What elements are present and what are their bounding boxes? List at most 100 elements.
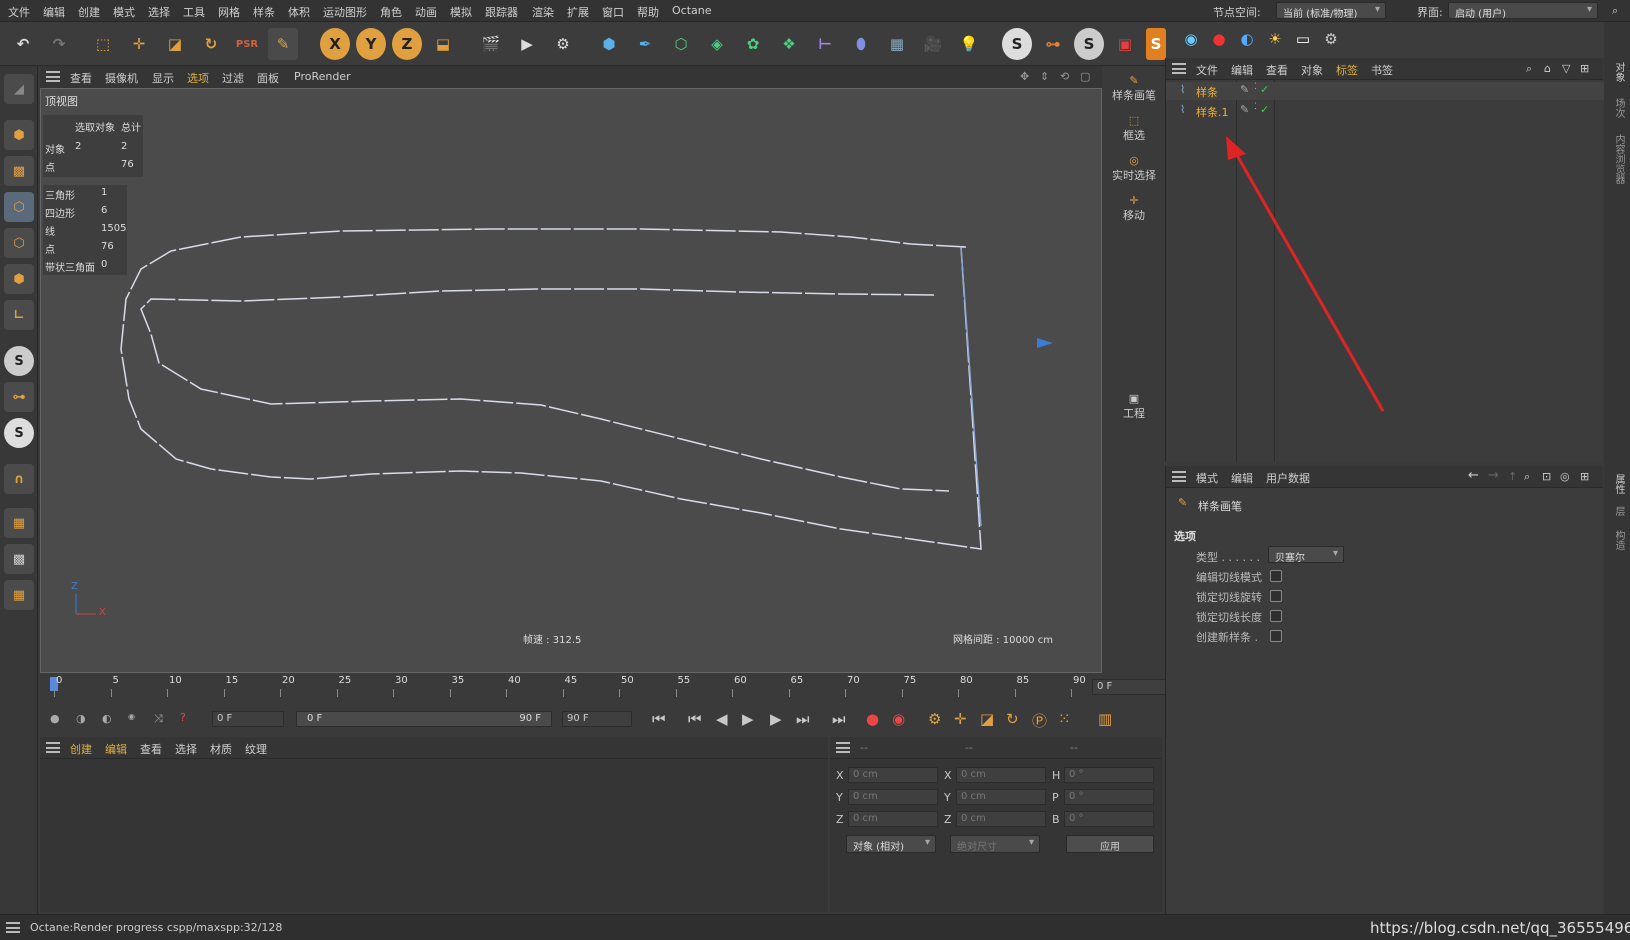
material-menu-texture[interactable]: 纹理 [245, 741, 267, 757]
timeline-ruler[interactable]: 0 5 10 15 20 25 30 35 40 45 50 55 60 65 70 75 80 85 90 0 F [40, 675, 1170, 703]
cloner-icon[interactable]: ❖ [774, 28, 804, 60]
tool-project[interactable]: ▣ 工程 [1106, 392, 1162, 421]
key-position-icon[interactable]: ✛ [954, 710, 967, 728]
attribute-new-window-icon[interactable]: ⊞ [1580, 470, 1589, 483]
psr-icon[interactable]: PSR [232, 28, 262, 60]
make-editable-icon[interactable]: ◢ [4, 74, 34, 104]
octane-material-icon[interactable]: ◐ [1234, 26, 1260, 52]
start-frame-field[interactable]: 0 F [212, 711, 284, 727]
axis-x-button[interactable]: X [320, 28, 350, 60]
menu-select[interactable]: 选择 [148, 4, 170, 20]
lock-length-checkbox[interactable] [1270, 610, 1282, 622]
lock-icon[interactable]: ⊡ [1542, 470, 1551, 483]
maximize-view-icon[interactable]: ▢ [1080, 70, 1090, 83]
material-menu-create[interactable]: 创建 [70, 741, 92, 757]
deformer-icon[interactable]: ⊢ [810, 28, 840, 60]
spline-selected-segment[interactable] [960, 246, 982, 527]
menu-volume[interactable]: 体积 [288, 4, 310, 20]
apply-button[interactable]: 应用 [1066, 835, 1154, 853]
spline-pen-icon[interactable]: ✎ [268, 28, 298, 60]
ball-icon[interactable]: ● [50, 712, 60, 725]
coord-pos-x-field[interactable]: 0 cm [848, 767, 938, 783]
menu-simulate[interactable]: 模拟 [450, 4, 472, 20]
coord-mode-dropdown[interactable]: 对象 (相对) [846, 835, 936, 853]
redo-icon[interactable]: ↷ [44, 28, 74, 60]
tab-takes[interactable]: 场次 [1611, 98, 1626, 118]
octane-settings-icon[interactable]: ⚙ [1318, 26, 1344, 52]
tab-objects[interactable]: 对象 [1611, 62, 1626, 82]
search-icon[interactable]: ⌕ [1612, 4, 1618, 18]
octane-s-left2-icon[interactable]: S [4, 418, 34, 448]
tab-content-browser[interactable]: 内容浏览器 [1611, 134, 1626, 184]
go-start-icon[interactable]: ⏮ [652, 710, 666, 728]
tool-spline-pen[interactable]: ✎ 样条画笔 [1106, 74, 1162, 103]
tool-live-select[interactable]: ◎ 实时选择 [1106, 154, 1162, 183]
render-view-icon[interactable]: 🎬 [476, 28, 506, 60]
material-menu-view[interactable]: 查看 [140, 741, 162, 757]
menu-window[interactable]: 窗口 [602, 4, 624, 20]
floor-icon[interactable]: ▦ [882, 28, 912, 60]
node-space-dropdown[interactable]: 当前 (标准/物理) [1276, 2, 1386, 20]
attribute-menu-mode[interactable]: 模式 [1196, 470, 1218, 486]
blend-icon[interactable]: ◉ [128, 712, 135, 721]
viewport-menu-options[interactable]: 选项 [187, 70, 209, 86]
viewport-menu-panel[interactable]: 面板 [257, 70, 279, 86]
play-icon[interactable]: ▶ [742, 710, 754, 728]
axis-y-button[interactable]: Y [356, 28, 386, 60]
tool-move[interactable]: ✛ 移动 [1106, 194, 1162, 223]
octane-render-icon[interactable]: ◉ [1178, 26, 1204, 52]
octane-s3-button[interactable]: S [1146, 28, 1166, 60]
menu-help[interactable]: 帮助 [637, 4, 659, 20]
camera-icon[interactable]: 🎥 [918, 28, 948, 60]
coord-rot-p-field[interactable]: 0 ° [1064, 789, 1154, 805]
key-scale-icon[interactable]: ◪ [980, 710, 994, 728]
edit-tangent-checkbox[interactable] [1270, 570, 1282, 582]
lock-rotation-checkbox[interactable] [1270, 590, 1282, 602]
top-viewport[interactable]: 顶视图 选取对象 总计 对象 2 2 点 76 三角形 1 四边形 6 线 15… [40, 88, 1102, 673]
coord-hamburger-icon[interactable] [836, 742, 850, 753]
coord-size-y-field[interactable]: 0 cm [956, 789, 1046, 805]
mograph-icon[interactable]: ✿ [738, 28, 768, 60]
octane-env-icon[interactable]: ▭ [1290, 26, 1316, 52]
octane-s2-button[interactable]: S [1074, 28, 1104, 60]
attribute-hamburger-icon[interactable] [1172, 471, 1186, 482]
record-key-icon[interactable]: ● [866, 710, 879, 728]
menu-character[interactable]: 角色 [380, 4, 402, 20]
coord-size-x-field[interactable]: 0 cm [956, 767, 1046, 783]
pen-object-icon[interactable]: ✒ [630, 28, 660, 60]
keyframe-icon[interactable]: ◑ [76, 712, 86, 725]
spline-inner-shape[interactable] [140, 288, 950, 492]
tab-layers[interactable]: 层 [1611, 506, 1626, 516]
octane-sun-icon[interactable]: ☀ [1262, 26, 1288, 52]
end-frame-field[interactable]: 90 F [562, 711, 632, 727]
viewport-hamburger-icon[interactable] [46, 71, 60, 82]
menu-octane[interactable]: Octane [672, 4, 712, 17]
coord-size-dropdown[interactable]: 绝对尺寸 [950, 835, 1040, 853]
light-icon[interactable]: 💡 [954, 28, 984, 60]
menu-extensions[interactable]: 扩展 [567, 4, 589, 20]
viewport-menu-display[interactable]: 显示 [152, 70, 174, 86]
prev-key-icon[interactable]: ⏮ [688, 710, 702, 728]
timeline-window-icon[interactable]: ▥ [1098, 710, 1112, 728]
viewport-menu-view[interactable]: 查看 [70, 70, 92, 86]
octane-tree-icon[interactable]: ⊶ [1038, 28, 1068, 60]
up-arrow-icon[interactable]: ↑ [1508, 470, 1517, 483]
coord-rot-b-field[interactable]: 0 ° [1064, 811, 1154, 827]
auto-key-icon[interactable]: ◉ [892, 710, 905, 728]
texture-mode-icon[interactable]: ▩ [4, 156, 34, 186]
orbit-view-icon[interactable]: ⟲ [1060, 70, 1069, 83]
attribute-search-icon[interactable]: ⌕ [1524, 470, 1530, 484]
locked-workplane-icon[interactable]: ▩ [4, 544, 34, 574]
menu-spline[interactable]: 样条 [253, 4, 275, 20]
octane-live-icon[interactable]: ▣ [1110, 28, 1140, 60]
current-frame-field[interactable]: 0 F [1092, 679, 1166, 695]
render-picture-icon[interactable]: ▶ [512, 28, 542, 60]
octane-s-left-icon[interactable]: S [4, 346, 34, 376]
shuffle-icon[interactable]: ⤨ [154, 712, 163, 726]
edges-mode-icon[interactable]: ⬡ [4, 228, 34, 258]
menu-tracker[interactable]: 跟踪器 [485, 4, 518, 20]
octane-scatter-icon[interactable]: ⊶ [4, 382, 34, 412]
back-arrow-icon[interactable]: ← [1468, 468, 1479, 483]
prev-frame-icon[interactable]: ◀ [716, 710, 728, 728]
octane-s-button[interactable]: S [1002, 28, 1032, 60]
